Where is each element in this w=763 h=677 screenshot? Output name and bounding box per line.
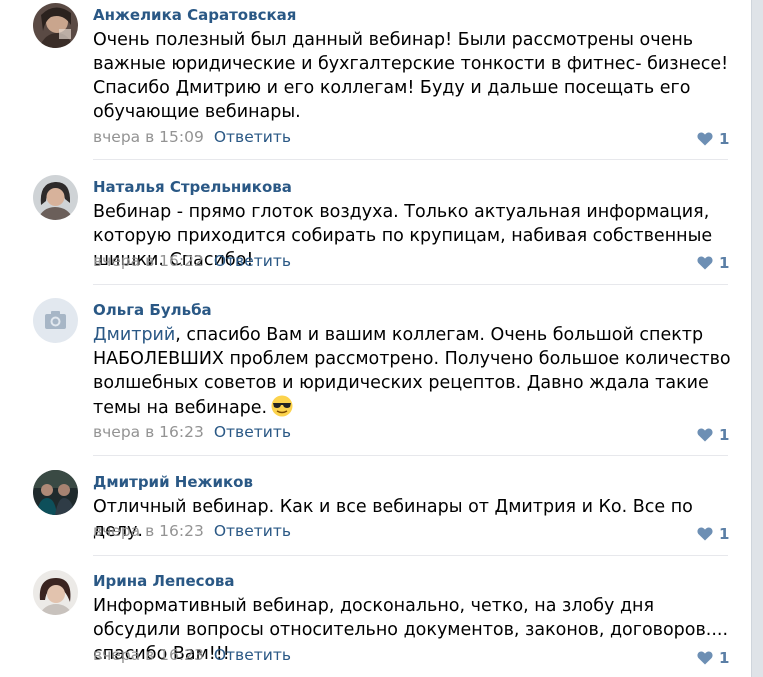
scrollbar-track[interactable]	[751, 0, 763, 677]
like-button[interactable]: 1	[697, 649, 729, 667]
reply-button[interactable]: Ответить	[214, 646, 291, 664]
comment-item: Ирина Лепесова Информативный вебинар, до…	[0, 0, 740, 677]
comment-meta: вчера в 16:23 Ответить	[93, 646, 291, 664]
heart-icon	[697, 651, 713, 665]
avatar[interactable]	[33, 570, 78, 615]
comment-author[interactable]: Ирина Лепесова	[93, 572, 235, 590]
comment-time[interactable]: вчера в 16:23	[93, 646, 204, 664]
like-count: 1	[719, 649, 730, 667]
